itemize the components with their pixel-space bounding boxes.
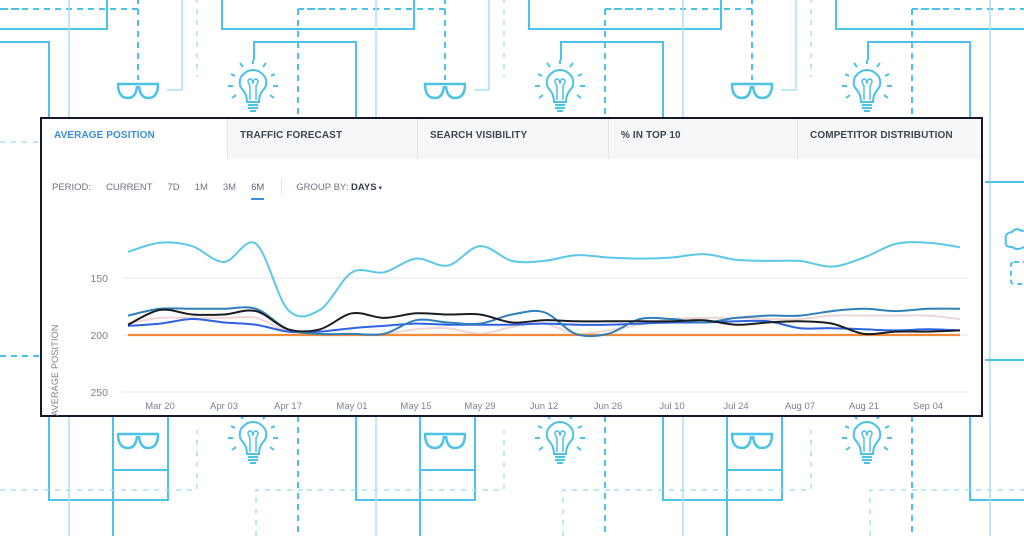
lightbulb-icon — [535, 60, 585, 112]
pattern-line — [921, 489, 1024, 491]
lightbulb-icon — [842, 412, 892, 464]
pattern-line — [562, 489, 614, 536]
bulb-base — [248, 456, 258, 464]
bulb-filament — [247, 430, 259, 452]
pattern-box — [1010, 261, 1024, 285]
bulb-glass — [545, 420, 575, 455]
bulb-rays — [228, 60, 278, 99]
lightbulb-icon — [842, 60, 892, 112]
glasses-frame — [730, 432, 774, 450]
x-tick-label: Apr 17 — [274, 401, 302, 412]
x-tick-label: Apr 03 — [210, 401, 238, 412]
pattern-line — [0, 0, 108, 30]
pattern-line — [528, 0, 614, 30]
x-tick-label: Sep 04 — [913, 401, 943, 412]
pattern-line — [869, 489, 921, 536]
pattern-line — [614, 0, 722, 30]
glasses-icon — [423, 432, 467, 450]
glasses-frame — [423, 82, 467, 100]
x-tick-label: Jun 26 — [594, 401, 623, 412]
bulb-glass — [852, 420, 882, 455]
pattern-line — [307, 0, 415, 30]
pattern-line — [726, 402, 783, 500]
bulb-rays — [228, 412, 278, 451]
pattern-line — [221, 0, 307, 30]
pattern-tile — [0, 8, 23, 43]
brain-outline — [1004, 228, 1024, 250]
glasses-icon — [730, 82, 774, 100]
y-tick-label: 150 — [90, 273, 108, 285]
series-line-3 — [127, 308, 961, 336]
bulb-rays — [535, 60, 585, 99]
bulb-filament — [861, 78, 873, 100]
rank-tracker-panel: AVERAGE POSITION TRAFFIC FORECAST SEARCH… — [40, 117, 983, 417]
glasses-frame — [730, 82, 774, 100]
x-tick-label: Aug 07 — [785, 401, 815, 412]
pattern-line — [253, 41, 330, 60]
series-line-1 — [127, 241, 961, 318]
pattern-line — [474, 0, 490, 91]
x-tick-label: May 15 — [400, 401, 431, 412]
pattern-line — [921, 28, 1024, 30]
bulb-filament — [554, 430, 566, 452]
bulb-rays — [842, 60, 892, 99]
pattern-line — [112, 402, 169, 500]
lightbulb-icon — [535, 412, 585, 464]
bulb-base — [555, 456, 565, 464]
bulb-glass — [852, 68, 882, 103]
bulb-filament — [861, 430, 873, 452]
glasses-icon — [423, 82, 467, 100]
bulb-rays — [842, 412, 892, 451]
pattern-line — [0, 41, 23, 43]
bulb-rays — [535, 412, 585, 451]
glasses-icon — [730, 432, 774, 450]
x-tick-label: Jul 24 — [723, 401, 748, 412]
lightbulb-icon — [228, 412, 278, 464]
pattern-line — [419, 402, 476, 500]
x-tick-label: Jun 12 — [530, 401, 559, 412]
x-tick-label: Aug 21 — [849, 401, 879, 412]
bulb-base — [555, 104, 565, 112]
x-tick-label: May 29 — [464, 401, 495, 412]
glasses-icon — [116, 82, 160, 100]
pattern-line — [167, 0, 183, 91]
bulb-filament — [247, 78, 259, 100]
bulb-filament — [554, 78, 566, 100]
pattern-line — [255, 489, 307, 536]
pattern-line — [560, 41, 637, 60]
y-tick-label: 250 — [90, 387, 108, 399]
bulb-base — [862, 456, 872, 464]
pattern-line — [781, 0, 797, 91]
glasses-frame — [423, 432, 467, 450]
x-tick-label: Mar 20 — [145, 401, 175, 412]
y-tick-label: 200 — [90, 330, 108, 342]
pattern-line — [921, 8, 1024, 10]
glasses-frame — [116, 432, 160, 450]
x-tick-label: May 01 — [336, 401, 367, 412]
bulb-glass — [238, 68, 268, 103]
glasses-frame — [116, 82, 160, 100]
bulb-base — [248, 104, 258, 112]
brain-icon — [1004, 228, 1024, 250]
bulb-glass — [238, 420, 268, 455]
pattern-line — [867, 41, 944, 60]
bulb-glass — [545, 68, 575, 103]
average-position-chart: 150 200 250 Mar 20 Apr 03 Apr 17 May 01 May 15 M… — [90, 241, 968, 412]
lightbulb-icon — [228, 60, 278, 112]
bulb-base — [862, 104, 872, 112]
x-tick-label: Jul 10 — [659, 401, 684, 412]
glasses-icon — [116, 432, 160, 450]
pattern-line — [835, 0, 921, 30]
